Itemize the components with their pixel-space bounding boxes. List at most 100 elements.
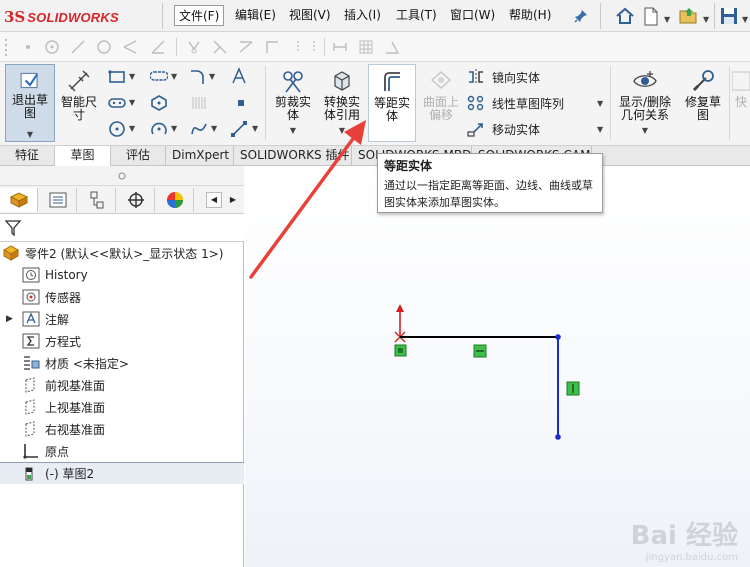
line-dropdown-chevron-icon[interactable]: ▼	[252, 124, 258, 133]
new-document-icon[interactable]	[640, 5, 662, 27]
tab-solidworks-addins[interactable]: SOLIDWORKS 插件	[234, 146, 352, 166]
open-folder-icon[interactable]	[678, 5, 700, 27]
panel-grip[interactable]	[0, 166, 244, 186]
angle-line-icon[interactable]	[150, 39, 166, 55]
filter-icon[interactable]	[4, 219, 22, 237]
tangent-line-icon[interactable]	[122, 39, 138, 55]
panel-scroll-left-button[interactable]: ◀	[206, 192, 222, 208]
exit-sketch-button[interactable]: 退出草图 ▼	[5, 64, 55, 142]
move-dropdown-chevron-icon[interactable]: ▼	[597, 125, 603, 134]
offset-entities-button[interactable]: 等距实体	[368, 64, 416, 142]
tab-sketch[interactable]: 草图	[55, 146, 111, 167]
tree-item-equations[interactable]: 方程式	[0, 330, 244, 352]
circle-tool-icon[interactable]	[108, 120, 126, 138]
spline-dropdown-chevron-icon[interactable]: ▼	[211, 124, 217, 133]
dimension-icon[interactable]	[332, 39, 348, 55]
expand-chevron-icon[interactable]: ▶	[6, 314, 16, 324]
save-dropdown-chevron-icon[interactable]: ▼	[742, 11, 748, 25]
feature-manager-tab[interactable]	[0, 188, 38, 212]
fillet-dropdown-chevron-icon[interactable]: ▼	[209, 72, 215, 81]
tree-item-top-plane[interactable]: 上视基准面	[0, 396, 244, 418]
vertical-line-icon-2[interactable]	[306, 39, 322, 55]
arc-icon[interactable]	[150, 120, 168, 138]
dimxpert-manager-tab[interactable]	[117, 188, 155, 212]
menu-tools[interactable]: 工具(T)	[392, 5, 441, 26]
line-icon[interactable]	[70, 39, 86, 55]
angle-icon[interactable]	[384, 39, 400, 55]
convert-entities-button[interactable]: 转换实体引用 ▼	[318, 64, 366, 142]
save-icon[interactable]	[718, 5, 740, 27]
graphics-area[interactable]: Bai 经验 jingyan.baidu.com	[245, 166, 750, 567]
split-icon[interactable]	[238, 39, 254, 55]
new-dropdown-chevron-icon[interactable]: ▼	[664, 11, 670, 25]
menu-window[interactable]: 窗口(W)	[446, 5, 499, 26]
extend-icon[interactable]	[212, 39, 228, 55]
tree-item-history[interactable]: History	[0, 264, 244, 286]
convert-dropdown-chevron-icon[interactable]: ▼	[339, 124, 345, 137]
fillet-icon[interactable]	[188, 68, 206, 86]
coincident-relation-icon[interactable]	[394, 344, 407, 357]
slot-icon[interactable]	[150, 68, 168, 86]
offset-on-surface-button[interactable]: 曲面上偏移	[418, 64, 464, 142]
sketch-endpoint[interactable]	[555, 334, 561, 340]
home-icon[interactable]	[614, 5, 636, 27]
move-entities-button[interactable]: 移动实体	[466, 118, 540, 140]
rectangle-icon[interactable]	[108, 68, 126, 86]
tree-item-right-plane[interactable]: 右视基准面	[0, 418, 244, 440]
trim-icon[interactable]	[186, 39, 202, 55]
circle-dropdown-chevron-icon[interactable]: ▼	[129, 124, 135, 133]
point-tool-icon[interactable]	[232, 94, 250, 112]
straight-slot-icon[interactable]	[108, 94, 126, 112]
sketch-endpoint[interactable]	[555, 434, 561, 440]
point-icon[interactable]	[20, 39, 36, 55]
pin-icon[interactable]	[570, 5, 592, 27]
tree-item-sensors[interactable]: 传感器	[0, 286, 244, 308]
spline-icon[interactable]	[190, 120, 208, 138]
straight-slot-dropdown-chevron-icon[interactable]: ▼	[129, 98, 135, 107]
tree-item-front-plane[interactable]: 前视基准面	[0, 374, 244, 396]
horizontal-relation-icon[interactable]	[473, 344, 487, 358]
tab-features[interactable]: 特征	[0, 146, 55, 166]
menu-edit[interactable]: 编辑(E)	[231, 5, 280, 26]
menu-insert[interactable]: 插入(I)	[340, 5, 385, 26]
grid-icon[interactable]	[358, 39, 374, 55]
linear-pattern-button[interactable]: 线性草图阵列	[466, 92, 564, 114]
arc-dropdown-chevron-icon[interactable]: ▼	[171, 124, 177, 133]
menu-view[interactable]: 视图(V)	[285, 5, 335, 26]
circle-icon[interactable]	[96, 39, 112, 55]
tree-root-part[interactable]: 零件2 (默认<<默认>_显示状态 1>)	[0, 242, 244, 264]
tree-item-sketch2[interactable]: (-) 草图2	[0, 462, 244, 484]
slot-dropdown-chevron-icon[interactable]: ▼	[171, 72, 177, 81]
exit-sketch-chevron-icon[interactable]: ▼	[27, 128, 33, 141]
tab-evaluate[interactable]: 评估	[111, 146, 166, 166]
menu-help[interactable]: 帮助(H)	[505, 5, 555, 26]
configuration-manager-tab[interactable]	[78, 188, 116, 212]
polygon-icon[interactable]	[150, 94, 168, 112]
vertical-relation-icon[interactable]	[566, 381, 580, 396]
open-dropdown-chevron-icon[interactable]: ▼	[703, 11, 709, 25]
panel-scroll-right-button[interactable]: ▶	[226, 192, 240, 208]
sketch-canvas[interactable]	[245, 166, 750, 567]
vertical-line-icon[interactable]	[290, 39, 306, 55]
tree-item-material[interactable]: 材质 <未指定>	[0, 352, 244, 374]
quick-snaps-button[interactable]: 快	[732, 64, 750, 142]
text-icon[interactable]	[230, 67, 248, 85]
tree-item-origin[interactable]: 原点	[0, 440, 244, 462]
display-manager-tab[interactable]	[156, 188, 194, 212]
display-delete-relations-button[interactable]: 显示/删除几何关系 ▼	[614, 64, 676, 142]
circle-center-icon[interactable]	[44, 39, 60, 55]
mirror-entities-button[interactable]: 镜向实体	[466, 66, 540, 88]
display-delete-dropdown-chevron-icon[interactable]: ▼	[642, 124, 648, 137]
repair-sketch-button[interactable]: 修复草图	[680, 64, 726, 142]
linear-pattern-dropdown-chevron-icon[interactable]: ▼	[597, 99, 603, 108]
smart-dimension-button[interactable]: 智能尺寸	[57, 64, 101, 142]
tree-item-annotations[interactable]: ▶ 注解	[0, 308, 244, 330]
line-tool-icon[interactable]	[230, 120, 248, 138]
rectangle-dropdown-chevron-icon[interactable]: ▼	[129, 72, 135, 81]
property-manager-tab[interactable]	[39, 188, 77, 212]
menu-file[interactable]: 文件(F)	[174, 5, 225, 26]
tab-dimxpert[interactable]: DimXpert	[166, 146, 234, 166]
corner-icon[interactable]	[264, 39, 280, 55]
trim-dropdown-chevron-icon[interactable]: ▼	[290, 124, 296, 137]
trim-entities-button[interactable]: 剪裁实体 ▼	[270, 64, 316, 142]
